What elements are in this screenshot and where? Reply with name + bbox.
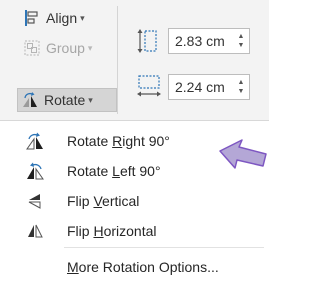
width-spinner[interactable]: ▲ ▼ <box>233 75 249 99</box>
height-spinner[interactable]: ▲ ▼ <box>233 29 249 53</box>
shape-height-field[interactable]: 2.83 cm ▲ ▼ <box>168 28 250 54</box>
menu-item-label: Rotate Right 90° <box>67 133 170 149</box>
align-button[interactable]: Align ▾ <box>20 6 116 30</box>
align-label: Align <box>46 10 78 26</box>
arrange-ribbon-group: Align ▾ Group ▾ Rotate ▾ 2.83 cm ▲ ▼ 2.2… <box>0 0 269 121</box>
group-dropdown-arrow-icon: ▾ <box>87 42 93 53</box>
menu-item-label: Rotate Left 90° <box>67 163 161 179</box>
menu-item-label: More Rotation Options... <box>67 259 219 275</box>
width-down-arrow-icon[interactable]: ▼ <box>238 87 245 96</box>
menu-item-flip-vertical[interactable]: Flip Vertical <box>0 186 269 216</box>
ribbon-separator <box>117 6 118 114</box>
rotate-button[interactable]: Rotate ▾ <box>17 88 117 112</box>
menu-separator <box>64 247 264 248</box>
shape-width-value[interactable]: 2.24 cm <box>169 79 233 95</box>
flip-vertical-icon <box>28 194 41 209</box>
rotate-right-icon <box>26 132 43 150</box>
menu-item-label: Flip Vertical <box>67 193 140 209</box>
shape-height-icon <box>137 29 157 53</box>
menu-item-more-rotation-options[interactable]: More Rotation Options... <box>0 252 269 282</box>
rotate-icon <box>23 92 37 107</box>
width-up-arrow-icon[interactable]: ▲ <box>238 78 245 87</box>
shape-width-icon <box>137 75 161 97</box>
flip-horizontal-icon <box>28 224 43 238</box>
align-left-icon <box>25 10 38 26</box>
annotation-arrow-icon <box>219 139 267 169</box>
shape-width-field[interactable]: 2.24 cm ▲ ▼ <box>168 74 250 100</box>
menu-item-label: Flip Horizontal <box>67 223 157 239</box>
group-icon <box>24 40 40 56</box>
group-button[interactable]: Group ▾ <box>20 36 116 60</box>
height-down-arrow-icon[interactable]: ▼ <box>238 41 245 50</box>
group-label: Group <box>46 40 85 56</box>
shape-height-value[interactable]: 2.83 cm <box>169 33 233 49</box>
height-up-arrow-icon[interactable]: ▲ <box>238 32 245 41</box>
rotate-label: Rotate <box>44 92 86 108</box>
menu-item-flip-horizontal[interactable]: Flip Horizontal <box>0 216 269 246</box>
align-dropdown-arrow-icon: ▾ <box>80 12 85 23</box>
rotate-left-icon <box>27 162 44 180</box>
rotate-dropdown-arrow-icon: ▾ <box>88 94 93 105</box>
